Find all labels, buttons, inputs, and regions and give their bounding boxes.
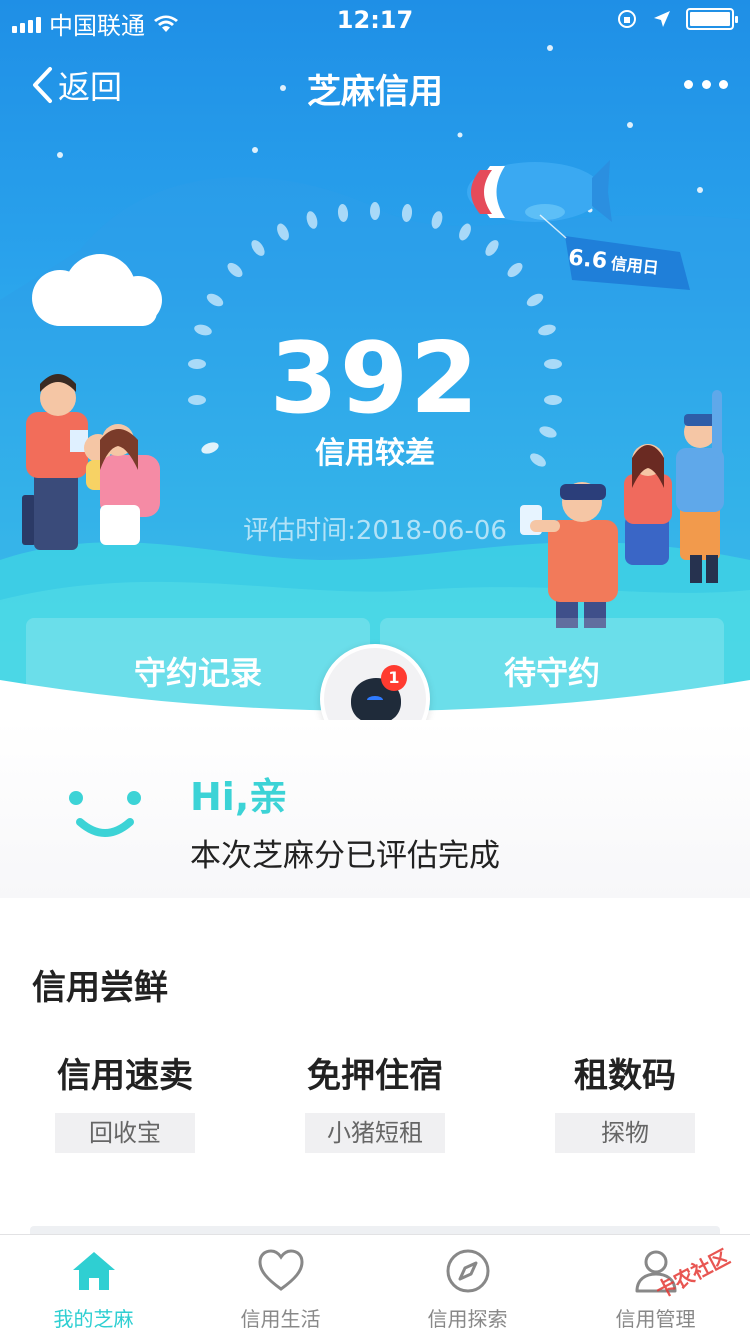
more-dot-icon — [684, 79, 693, 89]
tab-credit-life[interactable]: 信用生活 — [187, 1235, 374, 1334]
greeting-hi: Hi,亲 — [190, 775, 288, 819]
tab-label: 信用生活 — [240, 1307, 321, 1331]
tab-label: 信用探索 — [427, 1307, 508, 1331]
service-item[interactable]: 免押住宿 小猪短租 — [250, 1048, 500, 1153]
section-title: 信用尝鲜 — [32, 968, 168, 1008]
tab-my-zhima[interactable]: 我的芝麻 — [0, 1235, 187, 1334]
greeting-card: Hi,亲 本次芝麻分已评估完成 — [0, 720, 750, 898]
battery-icon — [686, 8, 738, 30]
tab-credit-manage[interactable]: 信用管理 — [562, 1235, 749, 1334]
user-icon — [635, 1250, 677, 1293]
hero-banner: 中国联通 12:17 返回 芝麻信用 6.6 信用日 392 信用较差 评估时间… — [0, 0, 750, 720]
service-title: 信用速卖 — [57, 1056, 193, 1096]
heart-icon — [258, 1249, 304, 1291]
tab-label: 信用管理 — [615, 1307, 696, 1331]
credit-day-text: 信用日 — [609, 253, 660, 278]
status-bar: 中国联通 12:17 — [0, 0, 750, 40]
compass-icon — [446, 1249, 490, 1293]
service-item[interactable]: 信用速卖 回收宝 — [0, 1048, 250, 1153]
next-card-peek — [30, 1226, 720, 1234]
credit-trial-section: 信用尝鲜 信用速卖 回收宝 免押住宿 小猪短租 租数码 探物 — [0, 898, 750, 1234]
robot-eye — [367, 696, 383, 704]
more-button[interactable] — [684, 70, 728, 98]
service-title: 免押住宿 — [307, 1056, 443, 1096]
bottom-tab-bar: 我的芝麻 信用生活 信用探索 信用管理 — [0, 1234, 750, 1334]
status-right — [616, 8, 738, 30]
rotation-lock-icon — [618, 10, 636, 28]
tab-credit-explore[interactable]: 信用探索 — [374, 1235, 561, 1334]
more-dot-icon — [719, 79, 728, 89]
service-item[interactable]: 租数码 探物 — [500, 1048, 750, 1153]
notification-badge: 1 — [381, 665, 407, 691]
home-icon — [73, 1252, 115, 1290]
service-tag: 回收宝 — [55, 1113, 195, 1153]
service-tag: 探物 — [555, 1113, 695, 1153]
credit-level: 信用较差 — [315, 436, 435, 471]
greeting-message: 本次芝麻分已评估完成 — [190, 838, 500, 874]
smiley-icon — [69, 791, 141, 837]
location-icon — [654, 11, 670, 27]
credit-day-number: 6.6 — [566, 244, 609, 274]
service-title: 租数码 — [574, 1056, 676, 1096]
tab-label: 我的芝麻 — [53, 1307, 134, 1331]
page-title: 芝麻信用 — [307, 72, 443, 112]
service-tag: 小猪短租 — [305, 1113, 445, 1153]
more-dot-icon — [701, 79, 711, 89]
nav-bar: 返回 芝麻信用 — [0, 52, 750, 116]
credit-score[interactable]: 392 — [0, 322, 750, 436]
evaluation-time: 评估时间:2018-06-06 — [243, 516, 507, 546]
